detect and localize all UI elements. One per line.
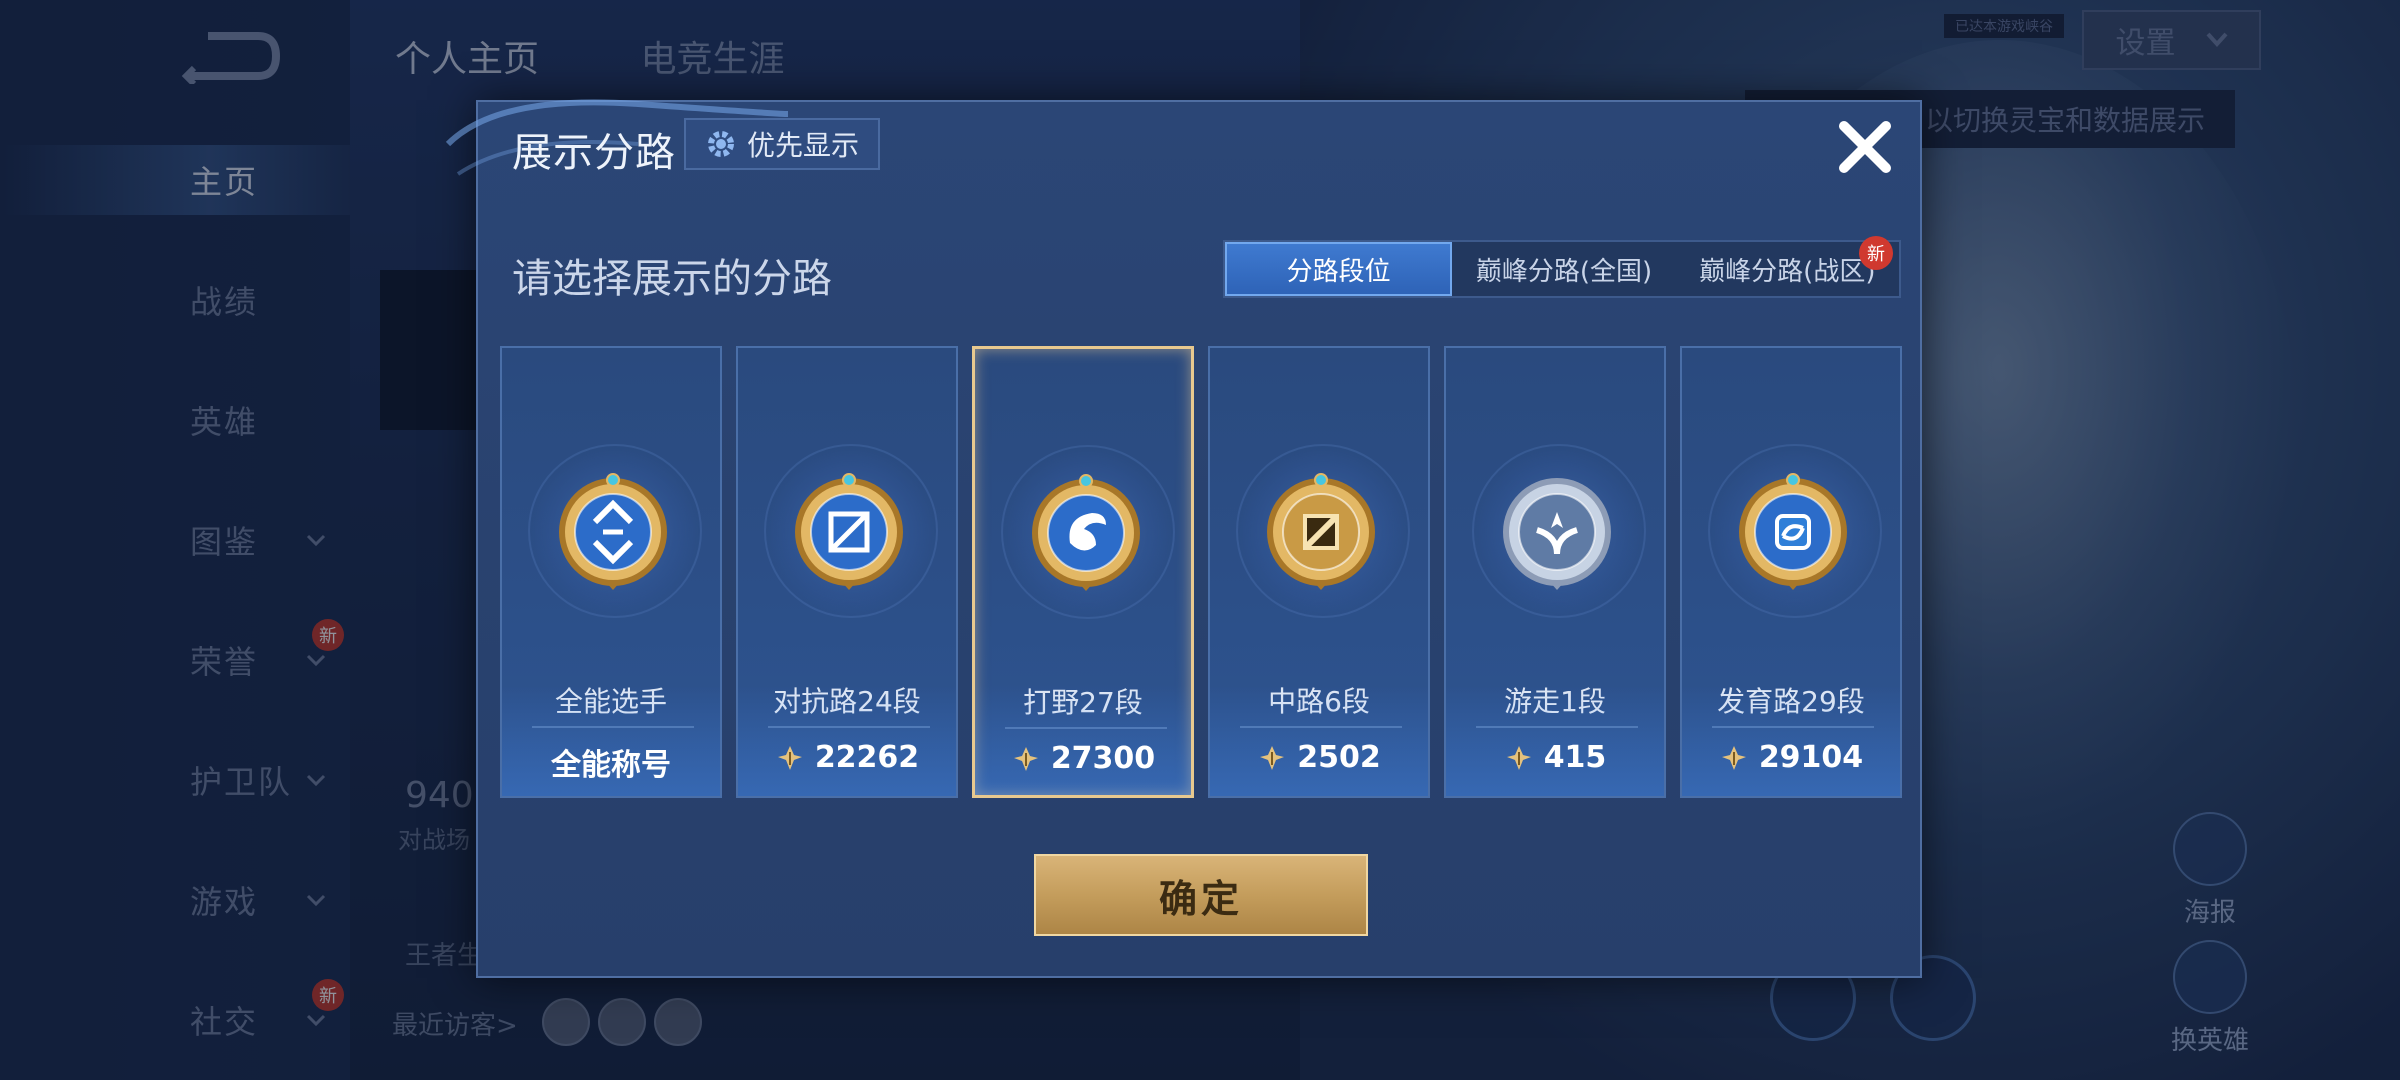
- all-round-emblem-icon: [553, 472, 673, 596]
- lane-rank-name: 打野27段: [1023, 686, 1143, 719]
- close-icon[interactable]: [1834, 116, 1896, 178]
- dialog-title: 展示分路: [512, 130, 676, 176]
- points-icon: [1260, 745, 1285, 770]
- lane-score-value: 2502: [1297, 740, 1381, 775]
- points-icon: [777, 745, 802, 770]
- divider: [532, 726, 694, 728]
- lane-type-tabs: 分路段位 巅峰分路(全国) 巅峰分路(战区) 新: [1223, 236, 1901, 298]
- lane-rank-name: 中路6段: [1268, 685, 1370, 718]
- lane-rank-name: 游走1段: [1504, 685, 1606, 718]
- lane-card[interactable]: 中路6段 2502: [1208, 346, 1430, 798]
- lane-rank-name: 发育路29段: [1717, 685, 1865, 718]
- lane-rank-name: 全能选手: [554, 685, 667, 718]
- tab-label: 巅峰分路(全国): [1475, 256, 1653, 287]
- roam-emblem-icon: [1497, 472, 1617, 596]
- points-icon: [1013, 746, 1038, 771]
- divider: [768, 726, 930, 728]
- divider: [1005, 727, 1167, 729]
- lane-card[interactable]: 打野27段 27300: [972, 346, 1194, 798]
- lane-rank-name: 对抗路24段: [773, 685, 921, 718]
- points-icon: [1721, 745, 1746, 770]
- tab-peak-region[interactable]: 巅峰分路(战区) 新: [1676, 236, 1899, 296]
- show-lane-dialog: 展示分路 优先显示 请选择展示的分路 分路段位 巅峰分路(全国) 巅峰分路(战区…: [445, 99, 1922, 978]
- lane-score: 2502: [1210, 740, 1428, 775]
- prompt-text: 请选择展示的分路: [512, 256, 832, 302]
- lane-card[interactable]: 对抗路24段 22262: [736, 346, 958, 798]
- tab-label: 巅峰分路(战区): [1699, 256, 1876, 287]
- divider: [1476, 726, 1638, 728]
- lane-score: 415: [1446, 740, 1664, 775]
- lane-score-value: 27300: [1050, 741, 1156, 776]
- gear-icon: [707, 131, 734, 157]
- divider: [1712, 726, 1874, 728]
- new-badge: 新: [1858, 236, 1893, 270]
- priority-display-button[interactable]: 优先显示: [684, 118, 880, 170]
- lane-score: 全能称号: [502, 740, 720, 784]
- tab-label: 分路段位: [1286, 256, 1391, 287]
- jungle-emblem-icon: [1026, 473, 1146, 597]
- lane-score-value: 29104: [1758, 740, 1864, 775]
- tab-lane-rank[interactable]: 分路段位: [1225, 242, 1453, 296]
- farm-lane-emblem-icon: [1733, 472, 1853, 596]
- lane-score-value: 全能称号: [551, 748, 671, 783]
- confirm-button[interactable]: 确定: [1034, 854, 1368, 936]
- lane-card[interactable]: 游走1段 415: [1444, 346, 1666, 798]
- lane-card[interactable]: 全能选手 全能称号: [500, 346, 722, 798]
- lane-score: 27300: [975, 741, 1191, 776]
- lane-score-value: 22262: [814, 740, 920, 775]
- divider: [1240, 726, 1402, 728]
- confirm-label: 确定: [1158, 876, 1243, 921]
- tab-peak-national[interactable]: 巅峰分路(全国): [1452, 242, 1675, 296]
- lane-score: 22262: [738, 740, 956, 775]
- priority-display-label: 优先显示: [746, 129, 859, 162]
- lane-card[interactable]: 发育路29段 29104: [1680, 346, 1902, 798]
- lane-cards: 全能选手 全能称号 对抗路24段 22262 打野27段 27300 中路6段 2502 游走1…: [500, 346, 1904, 798]
- clash-lane-emblem-icon: [789, 472, 909, 596]
- points-icon: [1506, 745, 1531, 770]
- mid-lane-emblem-icon: [1261, 472, 1381, 596]
- lane-score: 29104: [1682, 740, 1900, 775]
- lane-score-value: 415: [1543, 740, 1607, 775]
